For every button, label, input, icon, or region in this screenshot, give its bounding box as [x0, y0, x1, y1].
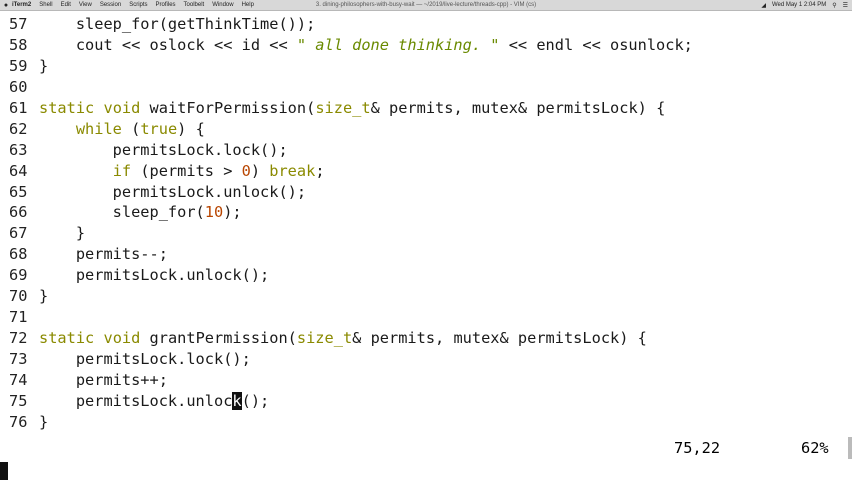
code-line[interactable]: 63 permitsLock.lock();	[0, 140, 852, 161]
code-text[interactable]: }	[39, 56, 48, 77]
line-number: 57	[9, 15, 28, 33]
menu-list-icon[interactable]: ☰	[843, 2, 848, 9]
code-text[interactable]: permitsLock.lock();	[39, 349, 251, 370]
line-number: 61	[9, 98, 28, 117]
code-text[interactable]: static void waitForPermission(size_t& pe…	[39, 98, 665, 119]
line-number: 69	[9, 266, 28, 285]
line-number: 73	[9, 350, 28, 368]
line-number: 76	[9, 412, 28, 431]
line-number: 70	[9, 287, 28, 306]
code-text[interactable]: permitsLock.lock();	[39, 140, 288, 161]
macos-menubar: ● iTerm2 Shell Edit View Session Scripts…	[0, 0, 852, 11]
line-number: 68	[9, 245, 28, 264]
apple-icon[interactable]: ●	[0, 2, 12, 9]
code-line[interactable]: 72 static void grantPermission(size_t& pe…	[0, 328, 852, 349]
code-line[interactable]: 62 while (true) {	[0, 119, 852, 140]
scroll-percent: 62%	[801, 439, 829, 457]
code-line[interactable]: 60	[0, 77, 852, 98]
code-text[interactable]: cout << oslock << id << " all done think…	[39, 35, 693, 56]
code-line[interactable]: 76}	[0, 412, 852, 433]
code-text[interactable]: permits--;	[39, 244, 168, 265]
menu-session[interactable]: Session	[100, 2, 121, 8]
code-line[interactable]: 57 sleep_for(getThinkTime());	[0, 14, 852, 35]
window-title: 3. dining-philosophers-with-busy-wait — …	[315, 2, 537, 8]
line-number: 63	[9, 140, 28, 159]
line-number: 59	[9, 56, 28, 75]
code-line[interactable]: 66 sleep_for(10);	[0, 202, 852, 223]
clock[interactable]: Wed May 1 2:04 PM	[772, 2, 826, 8]
code-text[interactable]: sleep_for(getThinkTime());	[39, 14, 315, 35]
code-text[interactable]: }	[39, 412, 48, 433]
code-line[interactable]: 74 permits++;	[0, 370, 852, 391]
scrollbar-thumb[interactable]	[848, 437, 852, 459]
line-number: 74	[9, 370, 28, 389]
line-number: 62	[9, 119, 28, 138]
code-text[interactable]: sleep_for(10);	[39, 202, 242, 223]
menu-shell[interactable]: Shell	[39, 2, 52, 8]
line-number: 58	[9, 35, 28, 54]
line-number: 67	[9, 224, 28, 243]
line-number: 71	[9, 308, 28, 327]
code-text[interactable]: permitsLock.unlock();	[39, 265, 269, 286]
code-editor[interactable]: 57 sleep_for(getThinkTime()); 58 cout << …	[0, 14, 852, 433]
code-text[interactable]: permitsLock.unlock();	[39, 391, 269, 412]
menu-edit[interactable]: Edit	[61, 2, 71, 8]
code-text[interactable]: }	[39, 223, 85, 244]
code-line[interactable]: 65 permitsLock.unlock();	[0, 182, 852, 203]
menu-profiles[interactable]: Profiles	[156, 2, 176, 8]
code-line[interactable]: 73 permitsLock.lock();	[0, 349, 852, 370]
text-cursor: k	[232, 391, 242, 410]
line-number: 65	[9, 182, 28, 201]
line-number: 75	[9, 391, 28, 410]
line-number: 60	[9, 77, 28, 96]
code-line[interactable]: 67 }	[0, 223, 852, 244]
code-text[interactable]: while (true) {	[39, 119, 205, 140]
code-line[interactable]: 68 permits--;	[0, 244, 852, 265]
code-line[interactable]: 58 cout << oslock << id << " all done th…	[0, 35, 852, 56]
code-text[interactable]: permitsLock.unlock();	[39, 182, 306, 203]
menu-help[interactable]: Help	[242, 2, 254, 8]
menu-iterm2[interactable]: iTerm2	[12, 2, 31, 8]
code-line[interactable]: 70}	[0, 286, 852, 307]
code-text[interactable]: if (permits > 0) break;	[39, 161, 325, 182]
menu-scripts[interactable]: Scripts	[129, 2, 147, 8]
menu-window[interactable]: Window	[212, 2, 233, 8]
vim-ruler: 75,22 62%	[0, 437, 852, 459]
code-text[interactable]: permits++;	[39, 370, 168, 391]
cursor-position: 75,22	[674, 439, 721, 457]
line-number: 72	[9, 329, 28, 348]
code-text[interactable]: }	[39, 286, 48, 307]
code-line[interactable]: 64 if (permits > 0) break;	[0, 161, 852, 182]
terminal-corner	[0, 462, 8, 480]
code-line[interactable]: 59}	[0, 56, 852, 77]
code-line[interactable]: 69 permitsLock.unlock();	[0, 265, 852, 286]
line-number: 66	[9, 203, 28, 222]
code-text[interactable]: static void grantPermission(size_t& perm…	[39, 328, 647, 349]
code-line[interactable]: 71	[0, 307, 852, 328]
code-line[interactable]: 75 permitsLock.unlock();	[0, 391, 852, 412]
menu-view[interactable]: View	[79, 2, 92, 8]
menu-toolbelt[interactable]: Toolbelt	[184, 2, 205, 8]
wifi-icon[interactable]: ◢	[761, 2, 766, 9]
line-number: 64	[9, 161, 28, 180]
code-line[interactable]: 61 static void waitForPermission(size_t& …	[0, 98, 852, 119]
menubar-status: ◢ Wed May 1 2:04 PM ⚲ ☰	[761, 0, 848, 10]
search-icon[interactable]: ⚲	[832, 2, 836, 9]
